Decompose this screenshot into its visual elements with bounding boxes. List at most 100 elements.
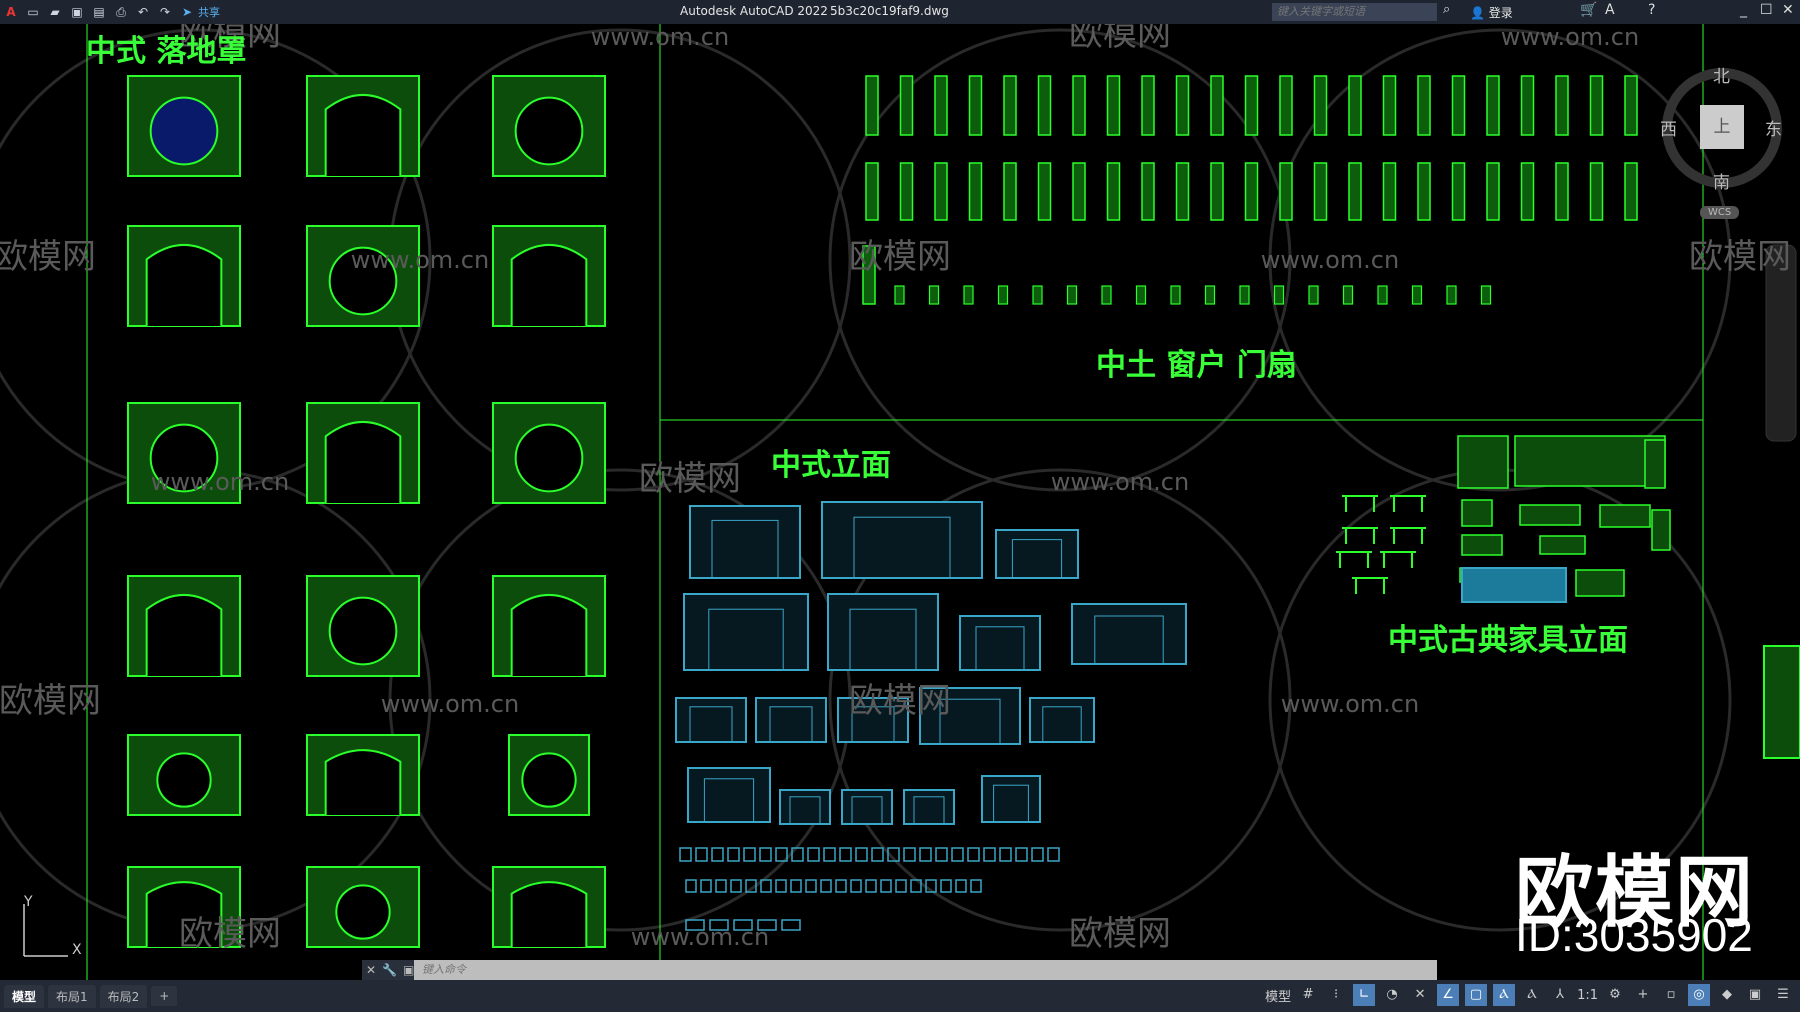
maximize-button[interactable]: ☐ — [1760, 2, 1773, 18]
autodesk-app-icon[interactable]: A — [1605, 2, 1615, 18]
redo-icon[interactable]: ↷ — [158, 5, 172, 19]
search-icon[interactable]: ⌕ — [1443, 2, 1450, 17]
cart-icon[interactable]: 🛒 — [1580, 2, 1597, 18]
furniture-small — [935, 847, 948, 862]
new-file-icon[interactable]: ▭ — [26, 5, 40, 19]
window-panel — [1348, 75, 1362, 136]
annotation-scale-icon[interactable]: ⅄ — [1549, 984, 1571, 1006]
window-small — [1135, 285, 1147, 305]
watermark-text: www.om.cn — [381, 690, 519, 718]
share-label[interactable]: 共享 — [198, 4, 220, 20]
furniture-small — [711, 847, 724, 862]
add-layout-button[interactable]: + — [151, 986, 178, 1006]
command-history-icon[interactable]: ▣ — [403, 963, 414, 977]
tab-layout2[interactable]: 布局2 — [99, 984, 148, 1008]
compass-west[interactable]: 西 — [1660, 115, 1677, 140]
tab-model[interactable]: 模型 — [4, 984, 45, 1008]
window-small — [1101, 285, 1112, 305]
furniture-small — [839, 847, 852, 862]
furniture-small — [903, 847, 916, 862]
door-panel — [1106, 162, 1121, 221]
table-elevation — [1390, 527, 1426, 544]
door-panel — [1520, 162, 1535, 221]
furniture-small — [919, 847, 932, 862]
window-panel — [1106, 75, 1121, 136]
scale-select[interactable]: 1:1 — [1577, 988, 1598, 1003]
elevation-drawing — [959, 615, 1041, 671]
close-command-icon[interactable]: ✕ — [366, 963, 376, 977]
selection-cycling-icon[interactable]: ▢ — [1465, 984, 1488, 1006]
table-elevation — [1380, 551, 1416, 568]
watermark-text: www.om.cn — [1501, 24, 1639, 51]
login-button[interactable]: 👤 登录 — [1470, 4, 1513, 21]
undo-icon[interactable]: ↶ — [136, 5, 150, 19]
compass-east[interactable]: 东 — [1765, 115, 1782, 140]
arch-opening — [324, 420, 402, 503]
furniture-drawing — [1651, 509, 1671, 551]
search-input[interactable] — [1272, 3, 1437, 21]
viewcube-top[interactable]: 上 — [1700, 105, 1744, 149]
luodizhao-drawing — [1763, 645, 1800, 759]
annotation-monitor-icon[interactable]: + — [1632, 984, 1654, 1006]
furniture-small — [781, 919, 801, 931]
furniture-small — [940, 879, 952, 893]
watermark-text: 欧模网 — [849, 237, 951, 277]
watermark-text: 欧模网 — [0, 237, 96, 277]
window-small — [894, 285, 905, 305]
help-icon[interactable]: ? — [1648, 2, 1655, 18]
watermark-text: 欧模网 — [1069, 914, 1171, 954]
watermark-text: www.om.cn — [1051, 468, 1189, 496]
customize-wrench-icon[interactable]: 🔧 — [382, 963, 397, 977]
elevation-drawing — [1071, 603, 1187, 665]
minimize-button[interactable]: _ — [1740, 2, 1747, 18]
osnap-icon[interactable]: ✕ — [1409, 984, 1431, 1006]
compass-north[interactable]: 北 — [1713, 62, 1730, 87]
window-panel — [1520, 75, 1535, 136]
door-panel — [1555, 162, 1569, 221]
table-elevation — [1342, 527, 1378, 544]
customize-menu-icon[interactable]: ☰ — [1772, 984, 1794, 1006]
elevation-drawing — [841, 789, 893, 825]
save-as-icon[interactable]: ▤ — [92, 5, 106, 19]
annotation-visibility-icon[interactable]: Ⲁ — [1493, 984, 1516, 1006]
tab-layout1[interactable]: 布局1 — [48, 984, 96, 1008]
label-elevation: 中式立面 — [771, 448, 891, 483]
furniture-small — [727, 847, 740, 862]
workspace-gear-icon[interactable]: ⚙ — [1604, 984, 1626, 1006]
clean-screen-icon[interactable]: ▣ — [1744, 984, 1766, 1006]
furniture-small — [835, 879, 847, 893]
window-small — [1308, 285, 1319, 305]
snap-icon[interactable]: ⁝ — [1325, 984, 1347, 1006]
model-space-button[interactable]: 模型 — [1265, 986, 1291, 1005]
polar-icon[interactable]: ◔ — [1381, 984, 1403, 1006]
save-icon[interactable]: ▣ — [70, 5, 84, 19]
ortho-icon[interactable]: ∟ — [1353, 984, 1376, 1006]
close-button[interactable]: ✕ — [1782, 2, 1794, 18]
moon-gate — [521, 752, 577, 808]
compass-south[interactable]: 南 — [1713, 168, 1730, 193]
file-name: 5b3c20c19faf9.dwg — [830, 4, 949, 18]
plot-icon[interactable]: ⎙ — [114, 5, 128, 19]
auto-scale-icon[interactable]: Ⲁ — [1521, 984, 1543, 1006]
wcs-menu[interactable]: WCS — [1700, 206, 1740, 219]
grid-icon[interactable]: # — [1297, 984, 1319, 1006]
window-panel — [1003, 75, 1017, 136]
share-icon[interactable]: ➤ — [180, 5, 194, 19]
table-elevation — [1336, 551, 1372, 568]
isolate-icon[interactable]: ◎ — [1688, 984, 1710, 1006]
furniture-small — [895, 879, 907, 893]
units-icon[interactable]: ▫ — [1660, 984, 1682, 1006]
command-input[interactable] — [414, 960, 1437, 980]
hardware-accel-icon[interactable]: ◆ — [1716, 984, 1738, 1006]
door-panel — [1072, 162, 1086, 221]
autocad-logo-icon[interactable]: A — [4, 5, 18, 19]
watermark-text: 欧模网 — [179, 914, 281, 954]
label-luodizhao: 中式 落地罩 — [86, 34, 247, 69]
furniture-small — [700, 879, 712, 893]
label-windows: 中土 窗户 门扇 — [1096, 348, 1297, 383]
furniture-small — [1031, 847, 1044, 862]
furniture-drawing — [1644, 439, 1666, 489]
arch-opening — [145, 593, 223, 676]
dynamic-input-icon[interactable]: ∠ — [1437, 984, 1460, 1006]
open-folder-icon[interactable]: ▰ — [48, 5, 62, 19]
